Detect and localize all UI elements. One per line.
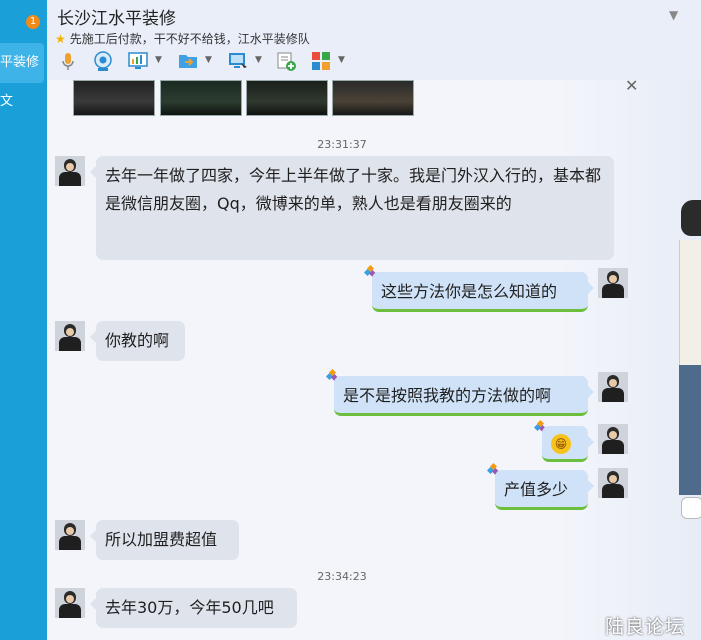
- screen-share-icon[interactable]: [127, 50, 149, 72]
- new-note-icon[interactable]: [275, 50, 297, 72]
- chat-header: 长沙江水平装修 ▼ ★ 先施工后付款，干不好不给钱，江水平装修队 ▼ ▼ ▼ ▼: [47, 0, 701, 80]
- message-bubble-incoming: 去年一年做了四家，今年上半年做了十家。我是门外汉入行的，基本都是微信朋友圈，Qq…: [90, 156, 614, 260]
- chat-title: 长沙江水平装修: [57, 9, 176, 29]
- message-bubble-outgoing: 😁: [542, 426, 594, 462]
- unread-badge: 1: [26, 15, 40, 29]
- chevron-down-icon[interactable]: ▼: [205, 55, 212, 65]
- grin-emoji-icon: 😁: [551, 433, 571, 454]
- image-thumbnail[interactable]: [160, 80, 242, 116]
- message-list[interactable]: ✕ 23:31:37 去年一年做了四家，今年上半年做了十家。我是门外汉入行的，基…: [47, 80, 701, 640]
- avatar[interactable]: [55, 520, 85, 550]
- image-thumbnail[interactable]: [73, 80, 155, 116]
- message-bubble-incoming: 你教的啊: [90, 321, 185, 361]
- message-bubble-incoming: 去年30万，今年50几吧: [90, 588, 297, 628]
- avatar[interactable]: [598, 424, 628, 454]
- star-icon: ★: [55, 32, 66, 46]
- forum-watermark: 陆良论坛: [605, 616, 686, 638]
- avatar[interactable]: [598, 372, 628, 402]
- chevron-down-icon[interactable]: ▼: [255, 55, 262, 65]
- avatar[interactable]: [55, 156, 85, 186]
- remote-desktop-icon[interactable]: [227, 50, 249, 72]
- image-thumbnail[interactable]: [246, 80, 328, 116]
- send-file-icon[interactable]: [177, 50, 199, 72]
- avatar[interactable]: [598, 268, 628, 298]
- signature-text: 先施工后付款，干不好不给钱，江水平装修队: [69, 32, 310, 46]
- message-bubble-incoming: 所以加盟费超值: [90, 520, 239, 560]
- chevron-down-icon[interactable]: ▼: [338, 55, 345, 65]
- video-call-icon[interactable]: [92, 50, 114, 72]
- mic-icon[interactable]: [57, 50, 79, 72]
- avatar[interactable]: [55, 588, 85, 618]
- sidebar: 1 平装修 文: [0, 0, 47, 640]
- chat-window: 长沙江水平装修 ▼ ★ 先施工后付款，干不好不给钱，江水平装修队 ▼ ▼ ▼ ▼…: [47, 0, 701, 640]
- sidebar-item-active-chat[interactable]: 平装修: [0, 43, 44, 83]
- timestamp: 23:34:23: [317, 570, 367, 583]
- contact-signature: ★ 先施工后付款，干不好不给钱，江水平装修队: [55, 30, 310, 47]
- message-bubble-outgoing: 这些方法你是怎么知道的: [372, 272, 594, 312]
- avatar[interactable]: [55, 321, 85, 351]
- chat-background-character: [679, 200, 701, 530]
- avatar[interactable]: [598, 468, 628, 498]
- message-bubble-outgoing: 是不是按照我教的方法做的啊: [334, 376, 594, 416]
- close-icon[interactable]: ✕: [625, 80, 638, 95]
- message-bubble-outgoing: 产值多少: [495, 470, 594, 510]
- chevron-down-icon[interactable]: ▼: [155, 55, 162, 65]
- chevron-down-icon[interactable]: ▼: [669, 8, 678, 22]
- timestamp: 23:31:37: [317, 138, 367, 151]
- sidebar-item-chat[interactable]: 文: [0, 92, 44, 112]
- app-grid-icon[interactable]: [310, 50, 332, 72]
- image-thumbnail[interactable]: [332, 80, 414, 116]
